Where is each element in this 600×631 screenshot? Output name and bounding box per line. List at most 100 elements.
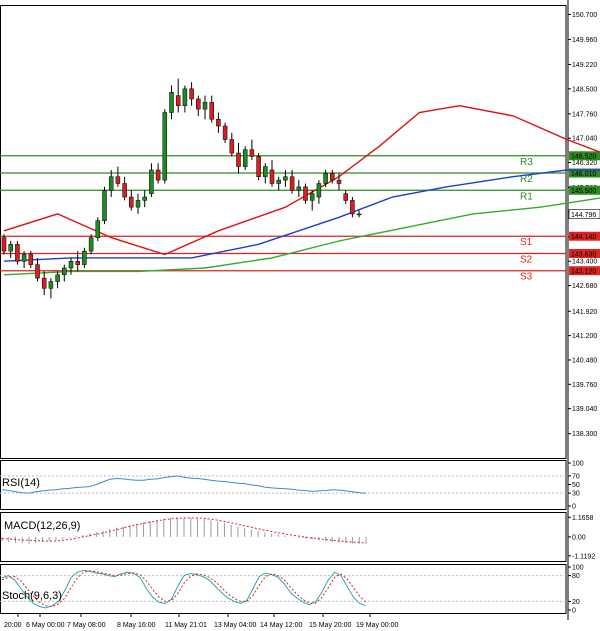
candle-body-up <box>108 176 114 191</box>
stoch-tick-label: 20 <box>572 599 580 606</box>
candle-body-down <box>249 149 255 157</box>
stoch-tick-label: 100 <box>572 565 584 572</box>
level-value-r2: 146.010 <box>571 171 596 178</box>
candle-body-up <box>182 88 188 106</box>
candle <box>263 163 268 184</box>
candle-body-down <box>209 102 214 120</box>
candle <box>129 190 134 211</box>
candle-body-up <box>8 244 13 252</box>
candle <box>256 153 261 181</box>
price-tick-label: 141.920 <box>572 309 597 316</box>
price-tick-label: 147.760 <box>572 111 597 118</box>
rsi-tick-label: 70 <box>572 473 580 480</box>
candle <box>82 247 87 269</box>
candle <box>15 240 20 265</box>
candle <box>303 183 308 204</box>
time-tick-label: 8 May 16:00 <box>117 622 156 629</box>
candle-body-down <box>122 183 127 198</box>
price-tick-label: 148.500 <box>572 86 597 93</box>
candle-body-up <box>242 149 248 167</box>
rsi-line <box>1 475 367 494</box>
candle-body-up <box>62 267 67 276</box>
candle-body-up <box>68 260 74 269</box>
candle <box>209 95 214 123</box>
candle-body-down <box>28 254 34 265</box>
price-tick-label: 141.200 <box>572 333 597 340</box>
macd-panel-frame <box>0 512 567 562</box>
forex-chart: 150.700 149.960 149.220 148.500 147.760 147.0… <box>0 0 600 631</box>
candle-body-down <box>41 277 47 289</box>
candle-body-down <box>196 98 201 110</box>
macd-tick-label: -1.1192 <box>572 553 595 560</box>
moving-average-line-2 <box>3 169 600 262</box>
time-tick-label: 15 May 20:00 <box>309 622 352 629</box>
moving-average-line-3 <box>3 197 600 276</box>
level-name-s3: S3 <box>520 272 533 283</box>
macd-label: MACD(12,26,9) <box>4 520 80 532</box>
candle-body-up <box>162 112 168 181</box>
candle <box>189 82 194 106</box>
candle <box>269 159 275 187</box>
candle <box>75 251 80 272</box>
candle-body-down <box>350 200 355 215</box>
candle-body-down <box>115 176 121 184</box>
candle <box>142 190 147 208</box>
candle-body-up <box>135 200 141 208</box>
level-value-s2: 143.630 <box>571 251 596 258</box>
candle-body-up <box>356 213 362 216</box>
stoch-tick-label: 0 <box>572 608 576 615</box>
candle <box>236 142 241 174</box>
price-tick-label: 142.680 <box>572 283 597 290</box>
candle <box>8 240 13 258</box>
candle <box>55 271 60 289</box>
price-tick-label: 149.960 <box>572 37 597 44</box>
candle <box>356 210 362 218</box>
candle-body-up <box>263 166 268 177</box>
candle <box>95 217 101 241</box>
current-price-label: 144.796 <box>571 212 596 219</box>
macd-tick-label: 0.00 <box>572 534 586 541</box>
candle-body-up <box>276 179 281 184</box>
candle-body-up <box>149 169 154 194</box>
candle-body-up <box>323 173 328 184</box>
price-tick-label: 146.320 <box>572 160 597 167</box>
level-name-r3: R3 <box>520 157 533 168</box>
stoch-label: Stoch(9,6,3) <box>2 590 62 602</box>
candle <box>169 85 174 120</box>
level-name-r1: R1 <box>520 191 533 202</box>
candle <box>1 234 7 255</box>
candle-body-down <box>155 169 161 181</box>
candle <box>115 166 121 187</box>
candle-body-down <box>35 264 40 279</box>
candle <box>276 176 281 191</box>
price-tick-label: 147.040 <box>572 136 597 143</box>
level-name-s2: S2 <box>520 254 533 265</box>
candle <box>135 193 141 214</box>
candle <box>343 190 348 204</box>
candle-body-down <box>222 125 228 140</box>
candle-body-down <box>189 88 194 100</box>
candle <box>68 257 74 275</box>
candle-body-down <box>269 169 275 184</box>
candle-body-up <box>88 237 94 252</box>
candle-body-down <box>343 193 348 201</box>
time-tick-label: 11 May 21:01 <box>165 622 207 629</box>
candle <box>249 139 255 160</box>
candle <box>196 95 201 116</box>
candle <box>162 109 168 184</box>
candle <box>296 180 302 198</box>
candle-body-down <box>330 173 335 181</box>
candle-body-down <box>289 176 295 191</box>
macd-tick-label: 1.1658 <box>572 515 594 522</box>
candle <box>175 78 181 113</box>
candle-body-down <box>303 186 308 201</box>
candle-body-down <box>75 260 80 265</box>
candle <box>182 85 188 113</box>
candle <box>222 122 228 143</box>
candle <box>350 197 355 218</box>
candle <box>122 176 127 201</box>
candle <box>229 132 235 157</box>
candle <box>108 169 114 198</box>
candle-body-up <box>82 250 87 265</box>
level-name-s1: S1 <box>520 237 533 248</box>
